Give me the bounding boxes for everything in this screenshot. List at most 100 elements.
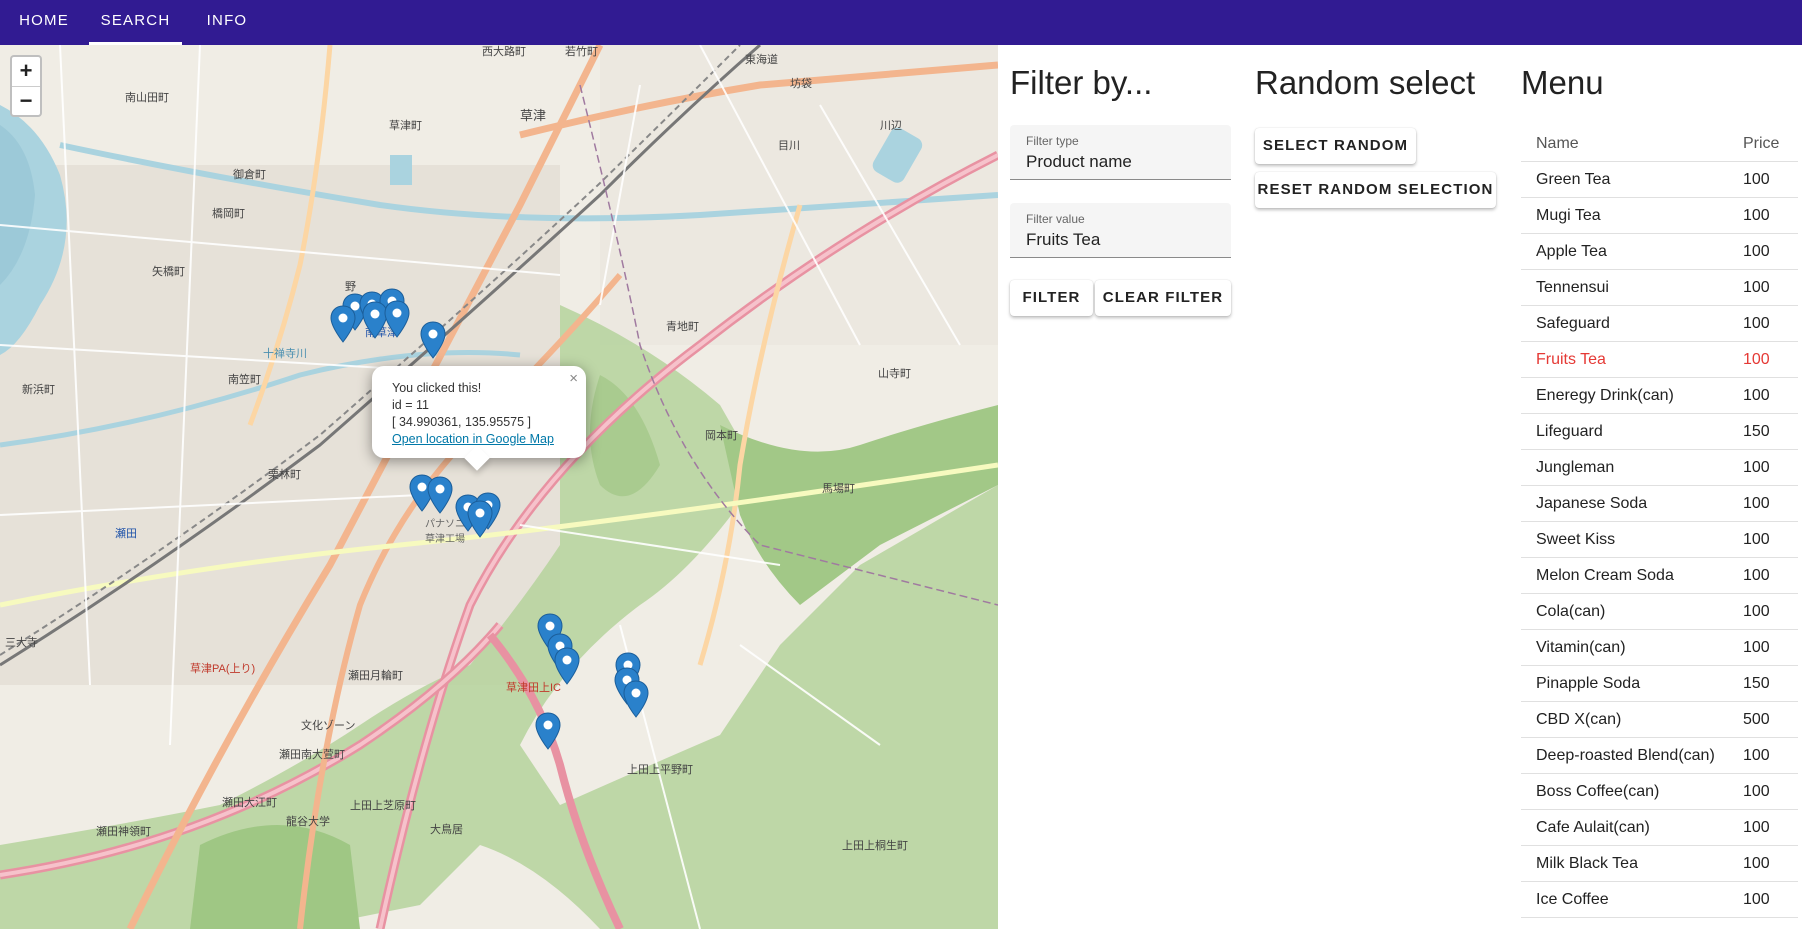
- map-label: 栗林町: [268, 469, 301, 481]
- menu-item-price: 100: [1743, 279, 1770, 296]
- menu-item-price: 100: [1743, 531, 1770, 548]
- menu-item-price: 150: [1743, 423, 1770, 440]
- menu-item-price: 150: [1743, 675, 1770, 692]
- menu-title: Menu: [1521, 64, 1604, 101]
- clear-filter-button[interactable]: CLEAR FILTER: [1095, 280, 1231, 316]
- menu-item-price: 100: [1743, 387, 1770, 404]
- menu-item-name: Eneregy Drink(can): [1536, 387, 1674, 404]
- menu-item-name: Milk Black Tea: [1536, 855, 1638, 872]
- map-label: 上田上平野町: [627, 764, 693, 776]
- menu-item-name: Green Tea: [1536, 171, 1611, 188]
- map-label: 文化ゾーン: [301, 720, 356, 732]
- map-label: 瀬田: [115, 528, 137, 540]
- table-row[interactable]: Lifeguard 150: [1521, 414, 1798, 450]
- menu-item-price: 100: [1743, 495, 1770, 512]
- table-row[interactable]: Fruits Tea 100: [1521, 342, 1798, 378]
- table-row[interactable]: Eneregy Drink(can) 100: [1521, 378, 1798, 414]
- map-label: 川辺: [880, 120, 902, 132]
- table-row[interactable]: Melon Cream Soda 100: [1521, 558, 1798, 594]
- reset-random-button[interactable]: RESET RANDOM SELECTION: [1255, 172, 1496, 208]
- zoom-in-button[interactable]: +: [12, 57, 40, 86]
- map-label: 山寺町: [878, 368, 911, 380]
- menu-item-price: 100: [1743, 603, 1770, 620]
- menu-item-price: 100: [1743, 315, 1770, 332]
- table-row[interactable]: Milk Black Tea 100: [1521, 846, 1798, 882]
- map-label: 新浜町: [22, 384, 55, 396]
- app-bar: HOME SEARCH INFO: [0, 0, 1802, 45]
- map-label: 橋岡町: [212, 208, 245, 220]
- menu-item-name: CBD X(can): [1536, 711, 1622, 728]
- map-marker-icon[interactable]: [535, 712, 561, 750]
- map-marker-icon[interactable]: [420, 321, 446, 359]
- table-row[interactable]: Tennensui 100: [1521, 270, 1798, 306]
- select-random-button[interactable]: SELECT RANDOM: [1255, 128, 1416, 164]
- table-row[interactable]: Deep-roasted Blend(can) 100: [1521, 738, 1798, 774]
- filter-button[interactable]: FILTER: [1010, 280, 1093, 316]
- map-label: 上田上桐生町: [842, 840, 908, 852]
- menu-item-price: 100: [1743, 567, 1770, 584]
- map-marker-icon[interactable]: [330, 305, 356, 343]
- map-popup: × You clicked this! id = 11 [ 34.990361,…: [372, 366, 586, 471]
- map-label: 龍谷大学: [286, 816, 330, 828]
- menu-item-name: Pinapple Soda: [1536, 675, 1641, 692]
- popup-message: You clicked this!: [392, 381, 482, 395]
- table-row[interactable]: Sweet Kiss 100: [1521, 522, 1798, 558]
- menu-item-name: Deep-roasted Blend(can): [1536, 747, 1715, 764]
- map-label: 野: [345, 281, 356, 293]
- filter-title: Filter by...: [1010, 64, 1153, 101]
- menu-item-price: 100: [1743, 207, 1770, 224]
- table-row[interactable]: Cola(can) 100: [1521, 594, 1798, 630]
- map-label: 上田上芝原町: [350, 800, 416, 812]
- popup-id: id = 11: [392, 398, 429, 412]
- map-label: 青地町: [666, 321, 699, 333]
- filter-type-value: Product name: [1026, 152, 1132, 171]
- map-marker-icon[interactable]: [554, 647, 580, 685]
- menu-item-name: Melon Cream Soda: [1536, 567, 1674, 584]
- menu-item-price: 100: [1743, 891, 1770, 908]
- menu-item-price: 100: [1743, 783, 1770, 800]
- menu-item-name: Safeguard: [1536, 315, 1610, 332]
- table-row[interactable]: CBD X(can) 500: [1521, 702, 1798, 738]
- filter-value-input[interactable]: Fruits Tea: [1026, 230, 1215, 250]
- tab-info[interactable]: INFO: [197, 0, 257, 45]
- zoom-out-button[interactable]: −: [12, 86, 40, 115]
- table-row[interactable]: Ice Coffee 100: [1521, 882, 1798, 918]
- map-label: 草津町: [389, 120, 422, 132]
- table-row[interactable]: Safeguard 100: [1521, 306, 1798, 342]
- table-row[interactable]: Mugi Tea 100: [1521, 198, 1798, 234]
- map-label: 草津: [520, 108, 547, 123]
- menu-item-name: Tennensui: [1536, 279, 1609, 296]
- map-label: 三大寺: [5, 637, 38, 649]
- map-marker-icon[interactable]: [384, 300, 410, 338]
- google-map-link[interactable]: Open location in Google Map: [392, 432, 554, 446]
- map-view[interactable]: 西大路町 若竹町 東海道 坊袋 南山田町 草津町 草津 川辺 目川 御倉町 橋岡…: [0, 45, 998, 929]
- table-row[interactable]: Japanese Soda 100: [1521, 486, 1798, 522]
- table-row[interactable]: Pinapple Soda 150: [1521, 666, 1798, 702]
- menu-header: Name Price: [1521, 126, 1798, 162]
- map-label: 馬場町: [822, 483, 855, 495]
- menu-item-name: Boss Coffee(can): [1536, 783, 1660, 800]
- menu-item-price: 100: [1743, 459, 1770, 476]
- tab-home[interactable]: HOME: [10, 0, 78, 45]
- table-row[interactable]: Apple Tea 100: [1521, 234, 1798, 270]
- map-label: 若竹町: [565, 46, 598, 58]
- map-label: 草津田上IC: [506, 682, 561, 694]
- menu-item-name: Mugi Tea: [1536, 207, 1601, 224]
- menu-item-price: 100: [1743, 819, 1770, 836]
- table-row[interactable]: Green Tea 100: [1521, 162, 1798, 198]
- menu-item-name: Cafe Aulait(can): [1536, 819, 1650, 836]
- map-marker-icon[interactable]: [623, 680, 649, 718]
- map-marker-icon[interactable]: [467, 500, 493, 538]
- table-row[interactable]: Jungleman 100: [1521, 450, 1798, 486]
- table-row[interactable]: Vitamin(can) 100: [1521, 630, 1798, 666]
- tab-search[interactable]: SEARCH: [89, 0, 182, 45]
- filter-value-field[interactable]: Filter value Fruits Tea: [1010, 203, 1231, 258]
- map-label: 瀬田大江町: [222, 797, 277, 809]
- table-row[interactable]: Cafe Aulait(can) 100: [1521, 810, 1798, 846]
- table-row[interactable]: Boss Coffee(can) 100: [1521, 774, 1798, 810]
- map-label: 大鳥居: [430, 824, 463, 836]
- filter-type-select[interactable]: Filter type Product name: [1010, 125, 1231, 180]
- menu-table: Name Price Green Tea 100 Mugi Tea 100 Apple …: [1521, 126, 1798, 918]
- popup-close-button[interactable]: ×: [569, 370, 578, 387]
- map-marker-icon[interactable]: [427, 476, 453, 514]
